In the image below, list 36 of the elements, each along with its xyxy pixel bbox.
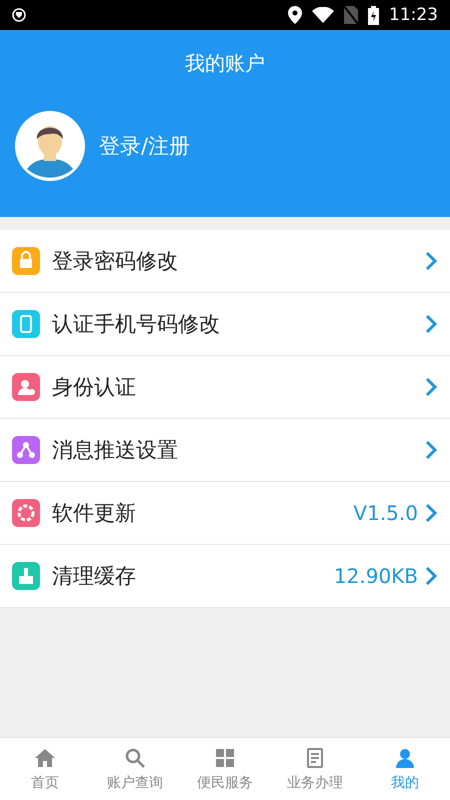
row-value: 12.90KB bbox=[334, 564, 418, 588]
nav-tab[interactable]: 账户查询 bbox=[90, 738, 180, 800]
settings-row[interactable]: 身份认证 bbox=[0, 356, 450, 419]
chevron-right-icon bbox=[424, 439, 438, 461]
wifi-icon bbox=[312, 7, 334, 23]
chevron-right-icon bbox=[424, 250, 438, 272]
home-icon bbox=[33, 746, 57, 770]
battery-charging-icon bbox=[368, 6, 379, 24]
grid-icon bbox=[213, 746, 237, 770]
settings-row[interactable]: 软件更新 V1.5.0 bbox=[0, 482, 450, 545]
row-label: 消息推送设置 bbox=[52, 437, 178, 464]
settings-row[interactable]: 清理缓存 12.90KB bbox=[0, 545, 450, 608]
page-title: 我的账户 bbox=[185, 50, 265, 77]
location-icon bbox=[288, 6, 302, 24]
person-icon bbox=[393, 746, 417, 770]
row-label: 登录密码修改 bbox=[52, 248, 178, 275]
row-label: 身份认证 bbox=[52, 374, 136, 401]
row-label: 清理缓存 bbox=[52, 563, 136, 590]
no-sim-icon bbox=[344, 6, 358, 24]
settings-row[interactable]: 登录密码修改 bbox=[0, 230, 450, 293]
nav-tab[interactable]: 业务办理 bbox=[270, 738, 360, 800]
chevron-right-icon bbox=[424, 313, 438, 335]
status-time: 11:23 bbox=[389, 5, 438, 25]
shield-icon bbox=[12, 8, 26, 22]
nav-tab[interactable]: 便民服务 bbox=[180, 738, 270, 800]
settings-row[interactable]: 认证手机号码修改 bbox=[0, 293, 450, 356]
row-label: 软件更新 bbox=[52, 500, 136, 527]
settings-row[interactable]: 消息推送设置 bbox=[0, 419, 450, 482]
search-icon bbox=[123, 746, 147, 770]
chevron-right-icon bbox=[424, 376, 438, 398]
chevron-right-icon bbox=[424, 502, 438, 524]
nav-tab[interactable]: 首页 bbox=[0, 738, 90, 800]
avatar[interactable] bbox=[15, 111, 85, 181]
row-label: 认证手机号码修改 bbox=[52, 311, 220, 338]
row-value: V1.5.0 bbox=[353, 501, 418, 525]
chevron-right-icon bbox=[424, 565, 438, 587]
